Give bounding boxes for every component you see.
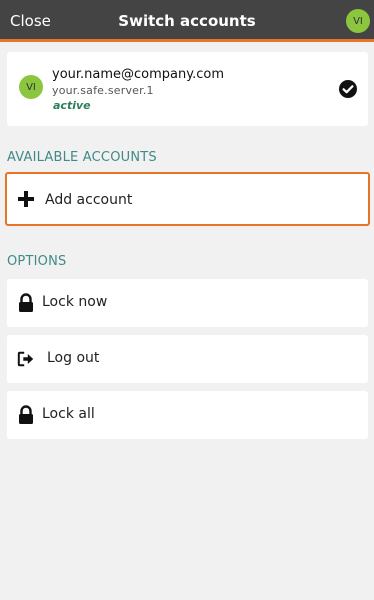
plus-icon — [18, 191, 34, 207]
lock-now-label: Lock now — [42, 294, 108, 310]
lock-icon — [19, 405, 33, 424]
account-server: your.safe.server.1 — [52, 84, 154, 97]
lock-now-button[interactable]: Lock now — [7, 279, 368, 327]
lock-icon — [19, 293, 33, 312]
add-account-label: Add account — [45, 192, 133, 208]
logout-icon — [17, 351, 34, 367]
account-email: your.name@company.com — [52, 67, 224, 82]
account-avatar: VI — [19, 75, 43, 99]
account-status: active — [53, 99, 91, 112]
current-account-card[interactable]: VI your.name@company.com your.safe.serve… — [7, 52, 368, 126]
add-account-button[interactable]: Add account — [5, 172, 370, 226]
available-accounts-heading: AVAILABLE ACCOUNTS — [7, 150, 157, 165]
options-heading: OPTIONS — [7, 254, 67, 269]
lock-all-label: Lock all — [42, 406, 95, 422]
log-out-label: Log out — [47, 350, 100, 366]
account-avatar-initials: VI — [26, 81, 36, 93]
avatar[interactable]: VI — [346, 9, 370, 33]
page-title: Switch accounts — [118, 12, 256, 30]
log-out-button[interactable]: Log out — [7, 335, 368, 383]
top-bar: Close Switch accounts VI — [0, 0, 374, 42]
check-circle-icon — [339, 80, 357, 98]
lock-all-button[interactable]: Lock all — [7, 391, 368, 439]
avatar-initials: VI — [353, 15, 363, 27]
